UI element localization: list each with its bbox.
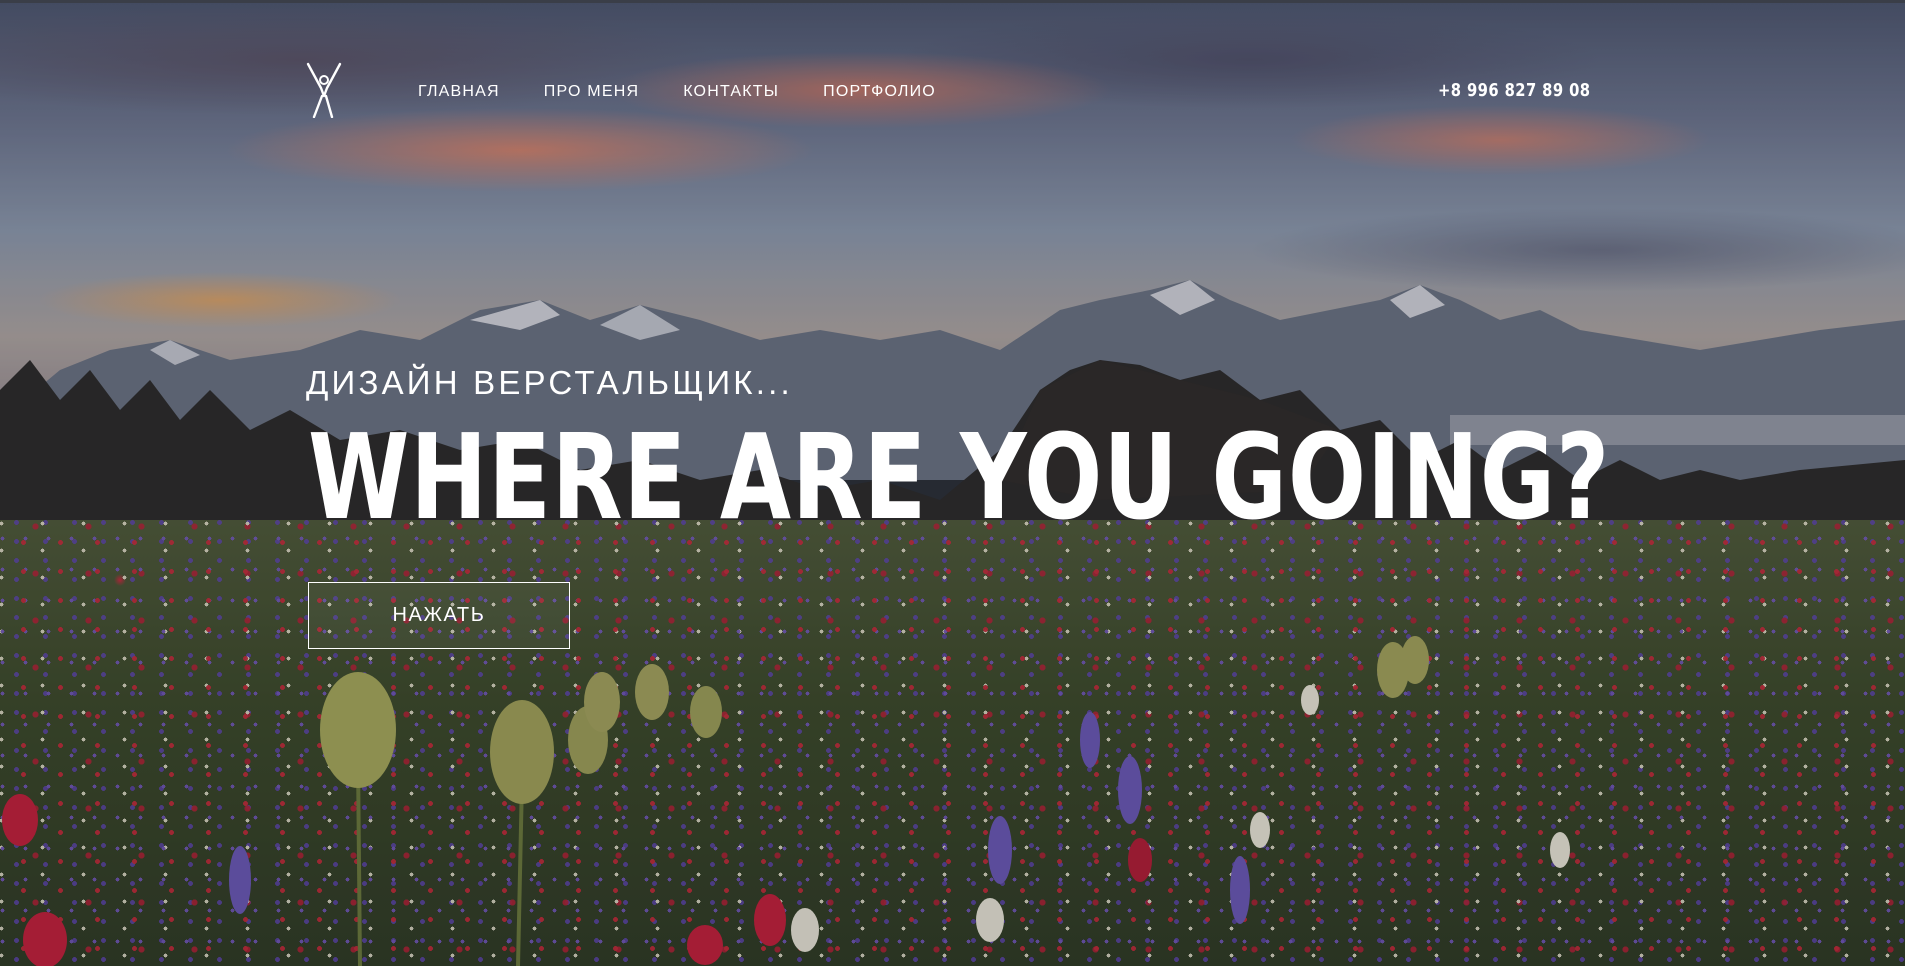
main-nav: ГЛАВНАЯ ПРО МЕНЯ КОНТАКТЫ ПОРТФОЛИО	[418, 82, 980, 102]
hero-subtitle: ДИЗАЙН ВЕРСТАЛЬЩИК...	[306, 364, 793, 401]
nav-link-home[interactable]: ГЛАВНАЯ	[418, 82, 500, 102]
hero-headline: WHERE ARE YOU GOING?	[308, 408, 1611, 546]
nav-link-about[interactable]: ПРО МЕНЯ	[544, 82, 639, 102]
person-arms-up-icon[interactable]	[305, 62, 343, 118]
hero-section: ГЛАВНАЯ ПРО МЕНЯ КОНТАКТЫ ПОРТФОЛИО +8 9…	[0, 0, 1905, 966]
cta-button[interactable]: НАЖАТЬ	[308, 582, 570, 649]
nav-link-portfolio[interactable]: ПОРТФОЛИО	[823, 82, 936, 102]
phone-number[interactable]: +8 996 827 89 08	[1438, 80, 1590, 102]
nav-link-contacts[interactable]: КОНТАКТЫ	[683, 82, 779, 102]
top-border	[0, 0, 1905, 3]
